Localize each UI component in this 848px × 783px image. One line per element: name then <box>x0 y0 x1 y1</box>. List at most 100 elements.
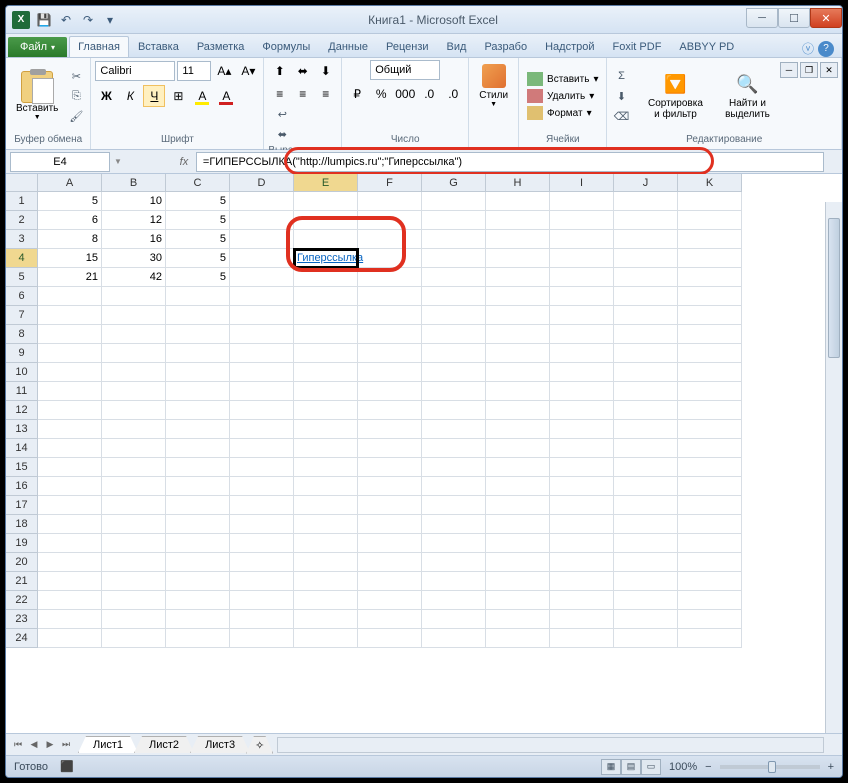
cell[interactable] <box>422 211 486 230</box>
cell[interactable] <box>38 344 102 363</box>
cell[interactable] <box>166 382 230 401</box>
cell[interactable] <box>38 363 102 382</box>
row-header[interactable]: 2 <box>6 211 38 230</box>
column-header[interactable]: C <box>166 174 230 192</box>
row-header[interactable]: 8 <box>6 325 38 344</box>
cell[interactable] <box>294 401 358 420</box>
cell[interactable] <box>486 420 550 439</box>
minimize-ribbon-icon[interactable]: ⓥ <box>802 40 814 57</box>
cell[interactable] <box>550 230 614 249</box>
sort-filter-button[interactable]: 🔽 Сортировка и фильтр <box>639 68 711 124</box>
cell[interactable] <box>486 382 550 401</box>
cell[interactable] <box>358 306 422 325</box>
cell[interactable] <box>358 420 422 439</box>
cell[interactable] <box>294 287 358 306</box>
row-header[interactable]: 15 <box>6 458 38 477</box>
ribbon-tab-данные[interactable]: Данные <box>319 36 377 57</box>
cell[interactable] <box>486 287 550 306</box>
cell[interactable] <box>678 477 742 496</box>
cell[interactable] <box>614 344 678 363</box>
sheet-tab[interactable]: Лист1 <box>78 736 138 753</box>
cell[interactable] <box>550 325 614 344</box>
cell[interactable] <box>422 249 486 268</box>
column-header[interactable]: I <box>550 174 614 192</box>
cell[interactable] <box>678 420 742 439</box>
cell[interactable] <box>358 496 422 515</box>
cell[interactable]: 5 <box>166 192 230 211</box>
cell[interactable] <box>294 610 358 629</box>
page-break-view-button[interactable]: ▭ <box>641 759 661 775</box>
cell[interactable] <box>166 306 230 325</box>
cell[interactable] <box>230 515 294 534</box>
row-header[interactable]: 14 <box>6 439 38 458</box>
sheet-tab[interactable]: Лист3 <box>190 736 250 753</box>
percent-icon[interactable]: % <box>370 83 392 105</box>
cell[interactable] <box>486 325 550 344</box>
cell[interactable] <box>230 287 294 306</box>
border-icon[interactable]: ⊞ <box>167 85 189 107</box>
cell[interactable] <box>550 287 614 306</box>
copy-icon[interactable]: ⎘ <box>66 87 86 105</box>
cell[interactable] <box>294 268 358 287</box>
cell[interactable] <box>230 268 294 287</box>
maximize-button[interactable]: ☐ <box>778 8 810 28</box>
cell[interactable] <box>102 306 166 325</box>
cell[interactable] <box>294 439 358 458</box>
cell[interactable] <box>486 496 550 515</box>
cell[interactable] <box>614 382 678 401</box>
cell[interactable] <box>678 553 742 572</box>
ribbon-tab-формулы[interactable]: Формулы <box>253 36 319 57</box>
cut-icon[interactable]: ✂ <box>66 67 86 85</box>
cell[interactable] <box>166 629 230 648</box>
cell[interactable] <box>230 629 294 648</box>
cell[interactable] <box>166 534 230 553</box>
cell[interactable] <box>678 534 742 553</box>
cell[interactable] <box>550 420 614 439</box>
cell[interactable] <box>422 287 486 306</box>
cell[interactable]: 5 <box>166 268 230 287</box>
cell[interactable] <box>550 458 614 477</box>
cell[interactable] <box>294 306 358 325</box>
zoom-slider[interactable] <box>720 765 820 769</box>
cell[interactable] <box>166 420 230 439</box>
ribbon-tab-надстрой[interactable]: Надстрой <box>536 36 603 57</box>
cell[interactable] <box>294 382 358 401</box>
cell[interactable] <box>294 230 358 249</box>
cell[interactable] <box>678 591 742 610</box>
cell[interactable] <box>38 439 102 458</box>
bold-button[interactable]: Ж <box>95 85 117 107</box>
comma-icon[interactable]: 000 <box>394 83 416 105</box>
page-layout-view-button[interactable]: ▤ <box>621 759 641 775</box>
column-header[interactable]: A <box>38 174 102 192</box>
cell[interactable] <box>614 268 678 287</box>
tab-nav-last-icon[interactable]: ⏭ <box>58 737 74 753</box>
cell[interactable] <box>550 572 614 591</box>
column-header[interactable]: E <box>294 174 358 192</box>
cell[interactable] <box>614 534 678 553</box>
cell[interactable] <box>358 629 422 648</box>
column-header[interactable]: K <box>678 174 742 192</box>
delete-cells-button[interactable]: Удалить ▾ <box>523 88 602 104</box>
row-header[interactable]: 19 <box>6 534 38 553</box>
select-all-corner[interactable] <box>6 174 38 192</box>
cell[interactable] <box>486 439 550 458</box>
cell[interactable] <box>294 534 358 553</box>
cell[interactable] <box>678 572 742 591</box>
cell[interactable] <box>678 268 742 287</box>
row-header[interactable]: 24 <box>6 629 38 648</box>
cell[interactable] <box>550 401 614 420</box>
cell[interactable] <box>550 553 614 572</box>
cell[interactable] <box>102 534 166 553</box>
cell[interactable] <box>358 287 422 306</box>
cell[interactable] <box>102 325 166 344</box>
cell[interactable] <box>422 382 486 401</box>
row-header[interactable]: 6 <box>6 287 38 306</box>
cell[interactable] <box>38 382 102 401</box>
increase-decimal-icon[interactable]: .0 <box>418 83 440 105</box>
cell[interactable] <box>358 192 422 211</box>
fx-icon[interactable]: fx <box>172 156 196 168</box>
wb-minimize-button[interactable]: ─ <box>780 62 798 78</box>
cell[interactable] <box>422 515 486 534</box>
row-header[interactable]: 17 <box>6 496 38 515</box>
save-icon[interactable]: 💾 <box>34 10 54 30</box>
